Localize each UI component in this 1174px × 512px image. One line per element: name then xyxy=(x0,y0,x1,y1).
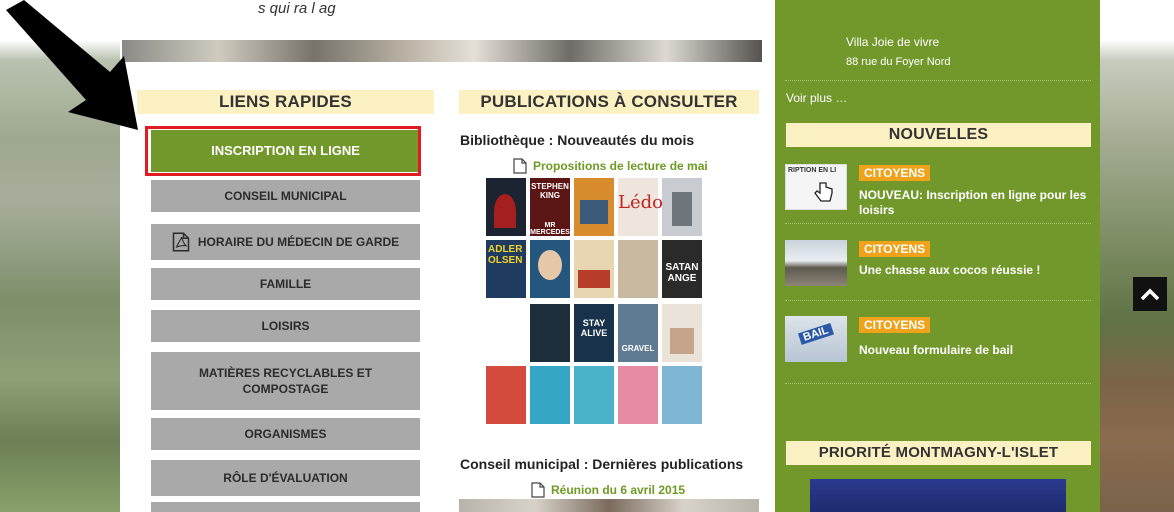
book-cover xyxy=(486,178,526,236)
see-more-link[interactable]: Voir plus … xyxy=(786,91,847,105)
book-cover: SATAN ANGE xyxy=(662,240,702,298)
highlight-box xyxy=(145,126,421,176)
news-title[interactable]: NOUVEAU: Inscription en ligne pour les l… xyxy=(859,188,1089,218)
library-reading-link[interactable]: Propositions de lecture de mai xyxy=(513,158,708,174)
news-heading: NOUVELLES xyxy=(786,123,1091,147)
book-cover xyxy=(574,366,614,424)
annotation-arrow-icon xyxy=(6,0,138,130)
book-cover: Lédo xyxy=(618,178,663,236)
news-category-badge[interactable]: CITOYENS xyxy=(859,165,931,181)
book-cover xyxy=(574,178,614,236)
divider xyxy=(785,383,1091,384)
book-cover: STAY ALIVE xyxy=(574,304,614,362)
council-meeting-link-label: Réunion du 6 avril 2015 xyxy=(551,483,686,497)
priority-video[interactable] xyxy=(810,479,1066,512)
book-cover xyxy=(662,304,702,362)
header-banner-images xyxy=(122,40,762,62)
quick-link-label: Famille xyxy=(259,277,312,291)
publications-heading: PUBLICATIONS À CONSULTER xyxy=(459,90,759,114)
book-cover xyxy=(486,366,526,424)
book-cover xyxy=(530,240,570,298)
event-address: 88 rue du Foyer Nord xyxy=(846,56,951,68)
news-thumbnail-text: BAIL xyxy=(797,323,834,345)
quick-links-heading: LIENS RAPIDES xyxy=(137,90,434,114)
news-category-badge[interactable]: CITOYENS xyxy=(859,317,931,333)
chevron-up-icon xyxy=(1140,288,1160,301)
book-title: STEPHEN KING xyxy=(531,182,569,200)
book-title: Lédo xyxy=(618,192,663,213)
news-title[interactable]: Une chasse aux cocos réussie ! xyxy=(859,263,1089,278)
divider xyxy=(785,300,1091,301)
top-caption: s qui ra l ag xyxy=(258,0,336,17)
book-title: ADLER OLSEN xyxy=(488,244,523,266)
book-title: STAY ALIVE xyxy=(580,318,608,338)
book-cover: GRAVEL xyxy=(618,304,658,362)
pdf-icon xyxy=(531,482,545,498)
book-title: MR MERCEDES xyxy=(530,222,570,236)
council-meeting-link[interactable]: Réunion du 6 avril 2015 xyxy=(531,482,685,498)
quick-link-municipal-council[interactable]: Conseil municipal xyxy=(151,180,420,212)
priority-heading: PRIORITÉ MONTMAGNY-L'ISLET xyxy=(786,441,1091,465)
quick-link-label: Horaire du médecin de garde xyxy=(197,235,400,249)
book-cover xyxy=(662,366,702,424)
book-title: SATAN ANGE xyxy=(665,262,699,284)
quick-link-assessment-roll[interactable]: Rôle d'évaluation xyxy=(151,460,420,496)
library-title: Bibliothèque : Nouveautés du mois xyxy=(460,132,695,148)
news-thumbnail[interactable]: RIPTION EN LI xyxy=(785,164,847,210)
quick-link-label: Conseil municipal xyxy=(224,189,347,203)
book-covers-collage: STEPHEN KING MR MERCEDES Lédo ADLER OLSE… xyxy=(486,178,734,426)
scroll-to-top-button[interactable] xyxy=(1133,277,1167,311)
quick-link-label: Organismes xyxy=(244,427,327,441)
quick-link-next[interactable] xyxy=(151,502,420,512)
news-thumbnail-text: RIPTION EN LI xyxy=(788,167,837,174)
book-title: GRAVEL xyxy=(621,344,655,353)
quick-link-label: Matières recyclables et compostage xyxy=(198,366,373,396)
news-thumbnail[interactable] xyxy=(785,240,847,286)
quick-link-family[interactable]: Famille xyxy=(151,268,420,300)
book-cover xyxy=(574,240,614,298)
book-cover xyxy=(530,366,570,424)
quick-link-label: Rôle d'évaluation xyxy=(223,471,348,485)
book-cover xyxy=(618,240,658,298)
pdf-icon xyxy=(513,158,527,174)
book-cover: STEPHEN KING MR MERCEDES xyxy=(530,178,570,236)
quick-link-recycling[interactable]: Matières recyclables et compostage xyxy=(151,352,420,410)
news-category-badge[interactable]: CITOYENS xyxy=(859,241,931,257)
book-cover xyxy=(662,178,702,236)
background-right-photo xyxy=(1100,0,1174,512)
book-cover xyxy=(618,366,658,424)
event-name: Villa Joie de vivre xyxy=(846,35,940,49)
library-reading-link-label: Propositions de lecture de mai xyxy=(533,159,708,173)
book-cover xyxy=(530,304,570,362)
quick-link-leisure[interactable]: Loisirs xyxy=(151,310,420,342)
divider xyxy=(785,223,1091,224)
news-title[interactable]: Nouveau formulaire de bail xyxy=(859,343,1089,358)
pdf-icon xyxy=(172,232,190,252)
council-title: Conseil municipal : Dernières publicatio… xyxy=(460,456,744,472)
quick-link-organizations[interactable]: Organismes xyxy=(151,418,420,450)
council-photo xyxy=(459,499,759,512)
news-thumbnail[interactable]: BAIL xyxy=(785,316,847,362)
hand-cursor-icon xyxy=(814,182,833,202)
divider xyxy=(785,80,1091,81)
book-cover: ADLER OLSEN xyxy=(486,240,526,298)
quick-link-label: Loisirs xyxy=(261,319,310,333)
quick-link-doctor-schedule[interactable]: Horaire du médecin de garde xyxy=(151,224,420,260)
